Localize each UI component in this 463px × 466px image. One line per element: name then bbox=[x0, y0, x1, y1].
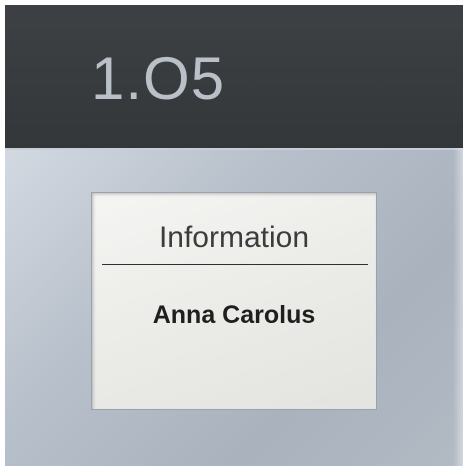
display-divider bbox=[102, 264, 368, 265]
occupant-name: Anna Carolus bbox=[152, 301, 316, 329]
e-paper-display: Information Anna Carolus bbox=[91, 192, 377, 410]
room-number: 1.O5 bbox=[91, 45, 226, 112]
plate-edge-highlight bbox=[453, 148, 463, 466]
sign-header: 1.O5 bbox=[5, 5, 463, 148]
display-title: Information bbox=[158, 221, 310, 254]
